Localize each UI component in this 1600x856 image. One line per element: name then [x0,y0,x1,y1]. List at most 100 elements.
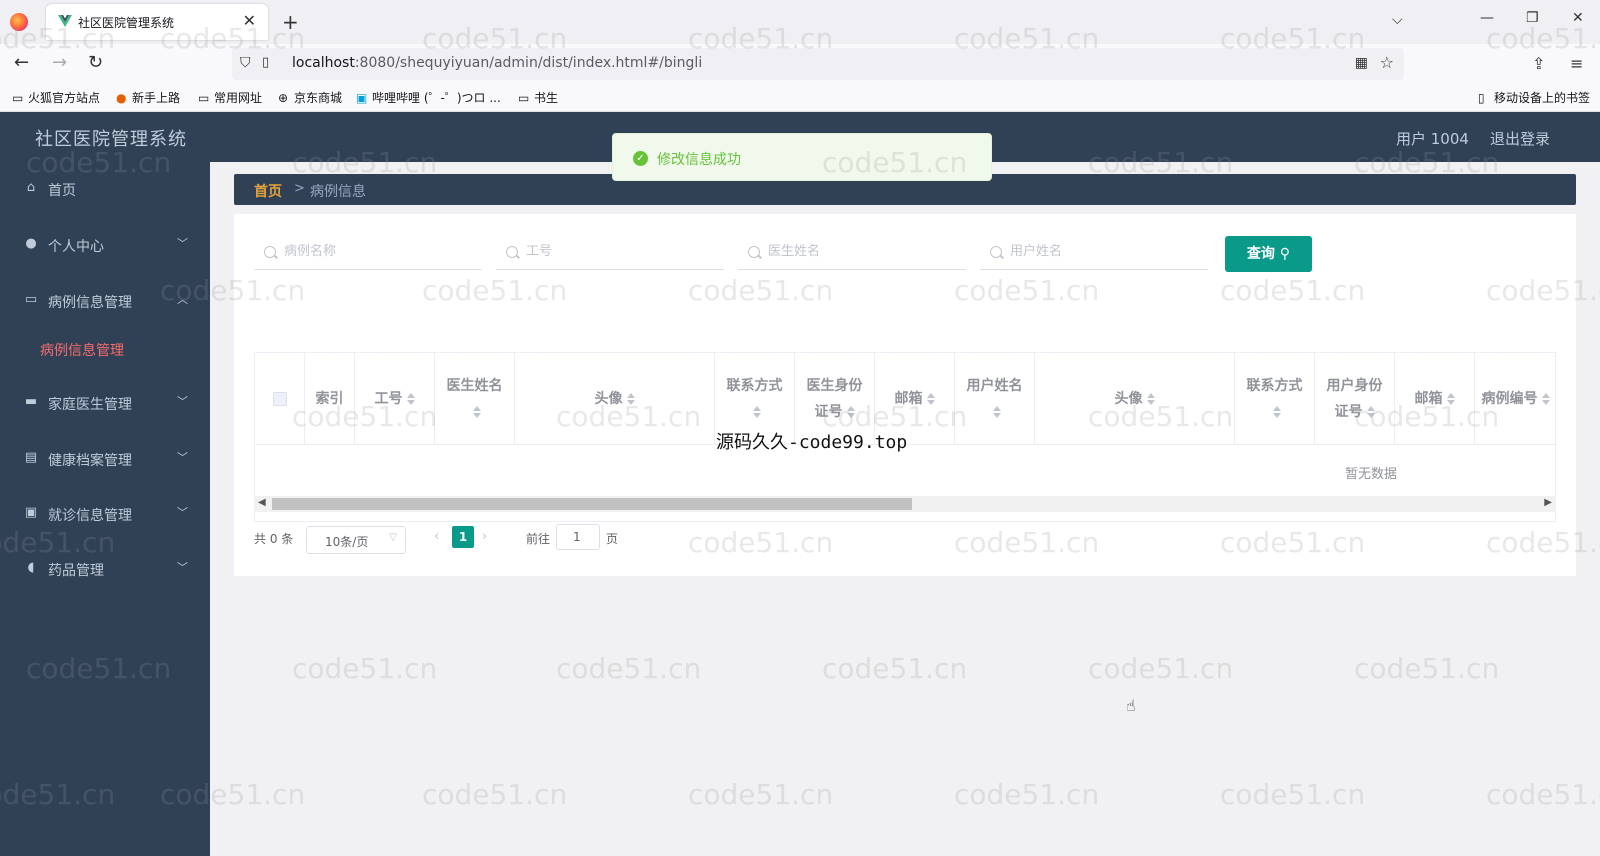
sort-caret-icon[interactable] [1146,392,1155,406]
column-header-label: 邮箱 [1414,391,1443,407]
goto-page-input[interactable]: 1 [556,524,600,550]
sidebar-item-personal-center[interactable]: ● 个人中心 ﹀ [0,218,210,274]
query-button-label: 查询 [1246,246,1275,262]
hand-cursor-icon: ☝ [1126,696,1136,715]
folder-icon: ▭ [198,91,210,105]
prev-page-icon[interactable]: ‹ [434,529,439,544]
new-tab-icon[interactable]: + [282,10,299,34]
sort-caret-icon[interactable] [406,392,415,406]
tab-title: 社区医院管理系统 [78,16,175,30]
user-name-input[interactable] [1010,244,1200,259]
chevron-down-icon: ﹀ [177,395,188,408]
sort-caret-icon[interactable] [1446,392,1455,406]
sidebar-item-home[interactable]: ⌂ 首页 [0,162,210,218]
reload-icon[interactable]: ↻ [88,52,103,73]
sidebar-item-medicine[interactable]: ◖ 药品管理 ﹀ [0,542,210,598]
bookmark-item[interactable]: ⊕ 京东商城 [278,89,342,106]
employee-id-search-field[interactable] [496,238,724,270]
bookmark-star-icon[interactable]: ☆ [1380,53,1394,72]
column-header[interactable]: 头像 [515,353,715,445]
watermark: code51.cn [422,778,568,811]
menu-hamburger-icon[interactable]: ≡ [1570,54,1583,73]
column-header-label: 联系方式 [726,378,783,394]
page-info-icon[interactable]: ▯ [262,55,269,70]
forward-icon[interactable]: → [52,52,67,73]
pagination: 共 0 条 10条/页 ▽ ‹ 1 › 前往 1 页 [254,524,854,554]
firefox-logo-icon[interactable] [10,13,28,31]
column-header[interactable]: 工号 [355,353,435,445]
query-button[interactable]: 查询 ⚲ [1225,236,1312,272]
employee-id-input[interactable] [526,244,716,259]
column-header[interactable]: 头像 [1035,353,1235,445]
horizontal-scrollbar[interactable]: ◀ ▶ [254,496,1556,512]
column-header[interactable]: 医生姓名 [435,353,515,445]
chevron-down-icon: ﹀ [177,451,188,464]
breadcrumb-current: 病例信息 [310,184,366,200]
sort-caret-icon[interactable] [926,392,935,406]
column-header[interactable]: 用户身份证号 [1315,353,1395,445]
select-all-checkbox[interactable] [272,392,287,406]
search-icon [990,246,1002,258]
overlay-text: 源码久久-code99.top [716,432,908,453]
mobile-bookmarks[interactable]: ▯ 移动设备上的书签 [1478,89,1590,106]
page-number-button[interactable]: 1 [452,526,474,548]
watermark: code51.cn [954,778,1100,811]
page-size-select[interactable]: 10条/页 ▽ [306,526,406,554]
back-icon[interactable]: ← [14,52,29,73]
scrollbar-thumb[interactable] [272,498,912,510]
bookmark-item[interactable]: ▭ 火狐官方站点 [12,89,100,106]
chevron-up-icon: ︿ [177,293,188,306]
case-name-search-field[interactable] [254,238,482,270]
toast-message: 修改信息成功 [657,152,741,168]
case-name-input[interactable] [284,244,474,259]
sidebar-item-family-doctor[interactable]: ▬ 家庭医生管理 ﹀ [0,376,210,432]
sort-caret-icon[interactable] [1366,405,1375,419]
next-page-icon[interactable]: › [482,529,487,544]
watermark: code51.cn [1486,778,1600,811]
column-header[interactable]: 用户姓名 [955,353,1035,445]
column-header-label: 头像 [1114,391,1143,407]
user-name: 用户 1004 [1396,130,1469,148]
bookmark-item[interactable]: ● 新手上路 [116,89,180,106]
sort-caret-icon[interactable] [992,405,1001,419]
doctor-name-input[interactable] [768,244,958,259]
window-close-icon[interactable]: ✕ [1572,10,1584,26]
qr-code-icon[interactable]: ▦ [1355,55,1368,71]
url-text[interactable]: localhost:8080/shequyiyuan/admin/dist/in… [292,55,702,71]
sidebar-item-case-management[interactable]: ▭ 病例信息管理 ︿ [0,274,210,330]
doctor-name-search-field[interactable] [738,238,966,270]
logout-button[interactable]: 退出登录 [1490,128,1550,149]
restore-icon[interactable]: ❐ [1526,10,1539,26]
tab-list-chevron-icon[interactable]: ⌵ [1392,12,1403,28]
user-name-search-field[interactable] [980,238,1208,270]
sidebar-item-label: 就诊信息管理 [48,508,132,524]
sidebar-item-health-records[interactable]: ▤ 健康档案管理 ﹀ [0,432,210,488]
shield-icon[interactable]: ⛉ [240,55,251,71]
tab-close-icon[interactable]: ✕ [243,11,256,30]
app-title: 社区医院管理系统 [35,129,187,150]
sort-caret-icon[interactable] [472,405,481,419]
url-bar[interactable]: ⛉ ▯ localhost:8080/shequyiyuan/admin/dis… [232,48,1404,80]
sidebar-item-visit-info[interactable]: ▣ 就诊信息管理 ﹀ [0,487,210,543]
bookmark-item[interactable]: ▭ 书生 [518,89,558,106]
sidebar-item-label: 药品管理 [48,563,104,579]
scroll-right-icon[interactable]: ▶ [1544,497,1552,508]
minimize-icon[interactable]: — [1480,10,1494,26]
extensions-icon[interactable]: ⇪ [1532,54,1545,73]
breadcrumb-home-link[interactable]: 首页 [254,181,282,201]
scroll-left-icon[interactable]: ◀ [258,497,266,508]
sort-caret-icon[interactable] [846,405,855,419]
column-header-label: 病例编号 [1481,391,1538,407]
sort-caret-icon[interactable] [626,392,635,406]
column-header[interactable]: 邮箱 [1395,353,1475,445]
submenu-item-case-management[interactable]: 病例信息管理 [0,324,210,374]
sort-caret-icon[interactable] [1272,405,1281,419]
column-header[interactable]: 病例编号 [1475,353,1555,445]
sort-caret-icon[interactable] [1541,392,1550,406]
bookmark-item[interactable]: ▭ 常用网址 [198,89,262,106]
browser-tab[interactable]: 社区医院管理系统 ✕ [46,4,268,40]
bookmark-item[interactable]: ▣ 哔哩哔哩 (゜-゜)つロ ... [356,89,501,106]
clipboard-icon: ▣ [24,505,38,520]
column-header[interactable]: 联系方式 [1235,353,1315,445]
sort-caret-icon[interactable] [752,405,761,419]
